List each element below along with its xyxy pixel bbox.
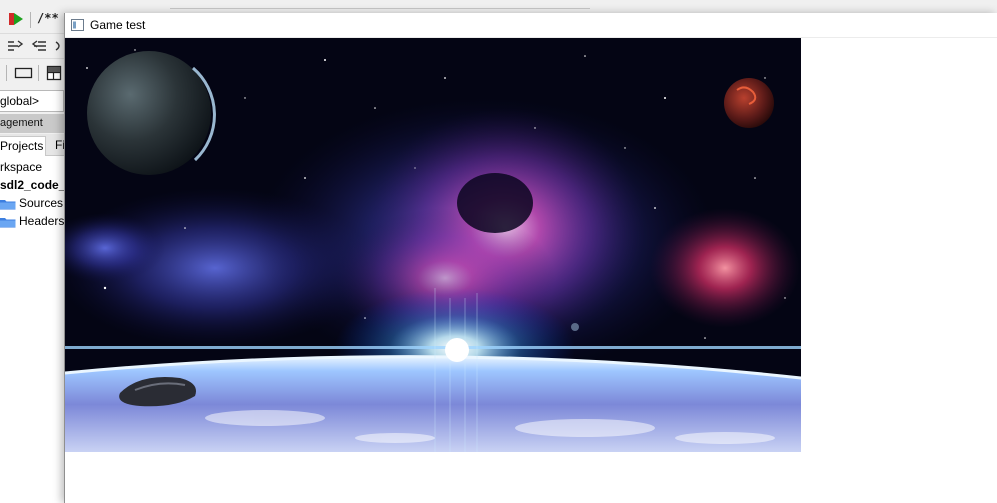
folder-icon — [0, 199, 16, 210]
jump-back-icon[interactable] — [30, 38, 50, 54]
tab-files[interactable]: Fi — [50, 136, 64, 156]
ide-toolbar-jump — [0, 34, 64, 58]
window-titlebar[interactable]: Game test — [65, 13, 997, 38]
tree-item-project[interactable]: sdl2_code_t — [0, 176, 69, 194]
game-window[interactable]: Game test — [64, 13, 997, 503]
toolbar-separator — [30, 12, 31, 28]
management-panel-title: agement — [0, 114, 64, 133]
app-icon — [71, 19, 84, 31]
game-canvas[interactable] — [65, 38, 801, 452]
project-tree: rkspace sdl2_code_t Sources Headers — [0, 156, 69, 503]
tree-item-label: rkspace — [0, 160, 43, 174]
jump-next-icon[interactable] — [54, 38, 64, 54]
tree-item-label: Headers — [19, 214, 65, 228]
toolbar-separator — [38, 65, 39, 81]
tree-item-headers[interactable]: Headers — [0, 212, 64, 230]
management-tabs: Projects Fi — [0, 134, 64, 156]
window-title: Game test — [90, 18, 146, 32]
block-icon[interactable] — [46, 65, 62, 81]
jump-icon[interactable] — [6, 38, 26, 54]
tree-item-label: sdl2_code_t — [0, 178, 70, 192]
tree-item-sources[interactable]: Sources — [0, 194, 63, 212]
tree-item-workspace[interactable]: rkspace — [0, 158, 42, 176]
scope-dropdown[interactable]: global> — [0, 90, 64, 112]
ide-toolbar-shapes — [0, 58, 64, 86]
toolbar-separator — [6, 65, 7, 81]
tab-projects[interactable]: Projects — [0, 136, 46, 156]
rectangle-icon[interactable] — [14, 66, 34, 80]
space-scene-image — [65, 38, 801, 452]
folder-icon — [0, 217, 16, 228]
tree-item-label: Sources — [19, 196, 64, 210]
run-icon[interactable] — [8, 11, 24, 27]
